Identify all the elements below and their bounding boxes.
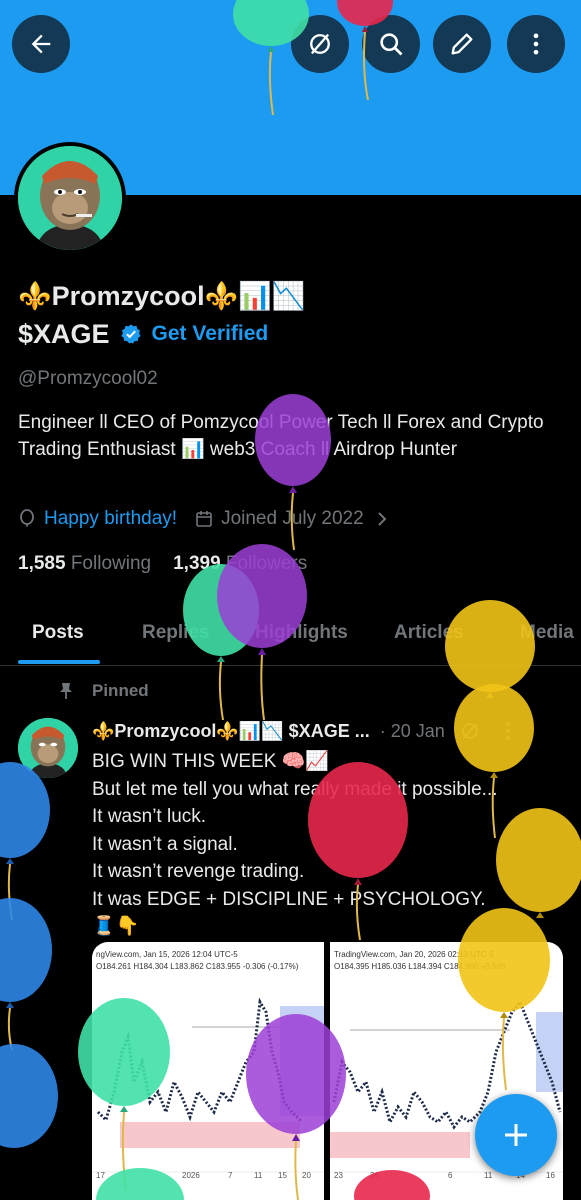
plus-icon (505, 1124, 527, 1146)
compose-post-button[interactable] (475, 1094, 557, 1176)
birthday-balloons-overlay (0, 0, 581, 1200)
